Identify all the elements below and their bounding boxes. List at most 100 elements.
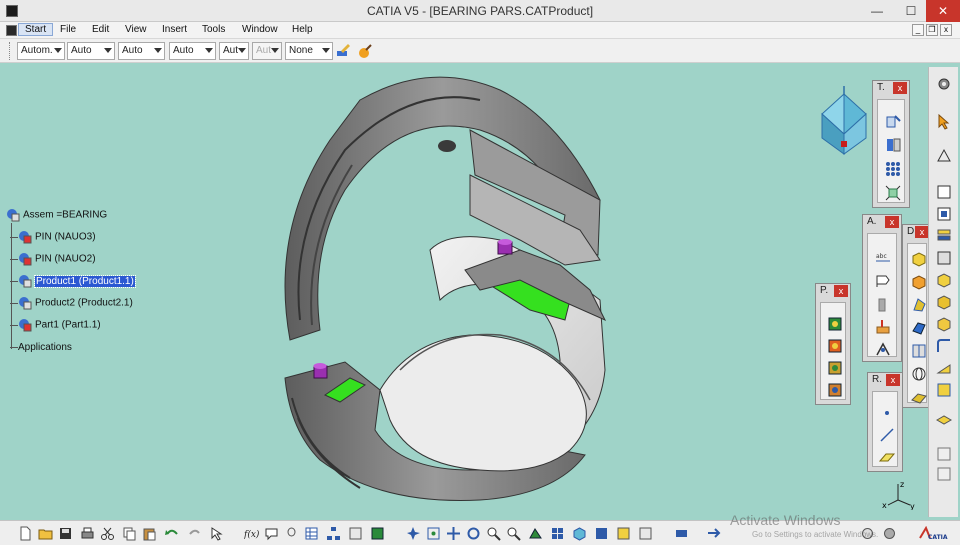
paste-icon[interactable] (142, 526, 157, 541)
toolbar-r[interactable]: R. x (867, 372, 903, 472)
save-icon[interactable] (58, 526, 73, 541)
plane-icon[interactable] (878, 448, 896, 466)
maximize-button[interactable]: ☐ (894, 0, 928, 22)
knowledge-icon[interactable] (370, 526, 385, 541)
sphere-icon[interactable] (882, 526, 897, 541)
point-symbol-select[interactable]: Aut (219, 42, 249, 60)
box-2-icon[interactable] (935, 205, 953, 223)
shape-icon[interactable] (910, 296, 928, 314)
tree-node-pin-nauo2[interactable]: PIN (NAUO2) (10, 252, 96, 268)
toolbar-p[interactable]: P. x (815, 283, 851, 405)
minimize-button[interactable]: — (860, 0, 894, 22)
square-icon[interactable] (935, 249, 953, 267)
weld-icon[interactable] (874, 296, 892, 314)
menu-start[interactable]: Start (18, 23, 54, 36)
doc-restore-button[interactable]: ❐ (926, 24, 938, 36)
toolbar-a[interactable]: A. x abc (862, 214, 902, 362)
formula-icon[interactable]: f(x) (244, 526, 259, 541)
flag-note-icon[interactable] (874, 272, 892, 290)
menu-help[interactable]: Help (292, 24, 313, 35)
compass-icon[interactable] (814, 86, 874, 161)
explode-icon[interactable] (884, 184, 902, 202)
menu-tools[interactable]: Tools (202, 24, 225, 35)
cube-yellow-icon[interactable] (910, 250, 928, 268)
table-icon[interactable] (304, 526, 319, 541)
undo-icon[interactable] (164, 526, 179, 541)
whats-this-icon[interactable] (210, 526, 225, 541)
annotation-plane-icon[interactable] (874, 318, 892, 336)
yellow-solid-3-icon[interactable] (935, 315, 953, 333)
toolbar-r-close-button[interactable]: x (886, 374, 900, 386)
light-bulb-icon[interactable] (284, 526, 299, 541)
menu-view[interactable]: View (125, 24, 147, 35)
menu-edit[interactable]: Edit (92, 24, 109, 35)
hierarchy-icon[interactable] (326, 526, 341, 541)
render-style-select[interactable]: None (285, 42, 333, 60)
toolbar-a-close-button[interactable]: x (885, 216, 899, 228)
gear-icon[interactable] (935, 75, 953, 93)
open-icon[interactable] (38, 526, 53, 541)
properties-brush-icon[interactable] (357, 43, 373, 59)
line-thickness-select[interactable]: Auto (118, 42, 165, 60)
box-icon[interactable] (935, 183, 953, 201)
doc-minimize-button[interactable]: _ (912, 24, 924, 36)
update-icon[interactable] (706, 526, 721, 541)
grid-2-icon[interactable] (935, 465, 953, 483)
rotate-icon[interactable] (466, 526, 481, 541)
tree-node-product1[interactable]: Product1 (Product1.1) (10, 274, 136, 290)
pan-icon[interactable] (446, 526, 461, 541)
multi-view-icon[interactable] (550, 526, 565, 541)
tree-node-root[interactable]: Assem =BEARING (6, 208, 107, 224)
menu-window[interactable]: Window (242, 24, 278, 35)
render-style-icon[interactable] (594, 526, 609, 541)
line-type-select[interactable]: Auto (169, 42, 216, 60)
print-icon[interactable] (80, 526, 95, 541)
painter-icon[interactable] (335, 43, 351, 59)
hide-show-icon[interactable] (616, 526, 631, 541)
manipulation-icon[interactable] (884, 112, 902, 130)
redo-icon[interactable] (188, 526, 203, 541)
iso-view-icon[interactable] (572, 526, 587, 541)
menu-insert[interactable]: Insert (162, 24, 187, 35)
doc-close-button[interactable]: x (940, 24, 952, 36)
fit-all-icon[interactable] (426, 526, 441, 541)
wedge-icon[interactable] (935, 359, 953, 377)
close-button[interactable]: ✕ (926, 0, 960, 22)
blue-yellow-icon[interactable] (935, 381, 953, 399)
bearing-3d-model[interactable] (250, 68, 630, 508)
dimension-icon[interactable] (874, 340, 892, 358)
toolbar-t[interactable]: T. x (872, 80, 910, 208)
normal-view-icon[interactable] (528, 526, 543, 541)
grid-icon[interactable] (935, 445, 953, 463)
surface-icon[interactable] (910, 388, 928, 406)
toolbar-p-close-button[interactable]: x (834, 285, 848, 297)
document-icon[interactable] (6, 25, 17, 36)
assembly-constraint-icon[interactable] (674, 526, 689, 541)
swap-space-icon[interactable] (638, 526, 653, 541)
tree-node-applications[interactable]: Applications (10, 342, 72, 358)
new-icon[interactable] (18, 526, 33, 541)
stack-icon[interactable] (935, 227, 953, 245)
replace-component-icon[interactable] (826, 381, 844, 399)
menu-file[interactable]: File (60, 24, 76, 35)
tree-node-part1[interactable]: Part1 (Part1.1) (10, 318, 101, 334)
yellow-solid-2-icon[interactable] (935, 293, 953, 311)
fill-color-select[interactable]: Autom. (17, 42, 65, 60)
sketch-icon[interactable] (935, 147, 953, 165)
zoom-out-icon[interactable] (506, 526, 521, 541)
select-arrow-icon[interactable] (935, 113, 953, 131)
insert-product-icon[interactable] (826, 315, 844, 333)
cut-icon[interactable] (100, 526, 115, 541)
zoom-in-icon[interactable] (486, 526, 501, 541)
globe-icon[interactable] (910, 365, 928, 383)
toolbar-t-close-button[interactable]: x (893, 82, 907, 94)
snap-icon[interactable] (884, 136, 902, 154)
point-icon[interactable] (878, 404, 896, 422)
text-annotation-icon[interactable]: abc (874, 248, 892, 266)
yellow-solid-icon[interactable] (935, 271, 953, 289)
blue-solid-icon[interactable] (910, 319, 928, 337)
cube-orange-icon[interactable] (910, 273, 928, 291)
reuse-pattern-icon[interactable] (884, 160, 902, 178)
fillet-icon[interactable] (935, 337, 953, 355)
tree-node-product2[interactable]: Product2 (Product2.1) (10, 296, 133, 312)
